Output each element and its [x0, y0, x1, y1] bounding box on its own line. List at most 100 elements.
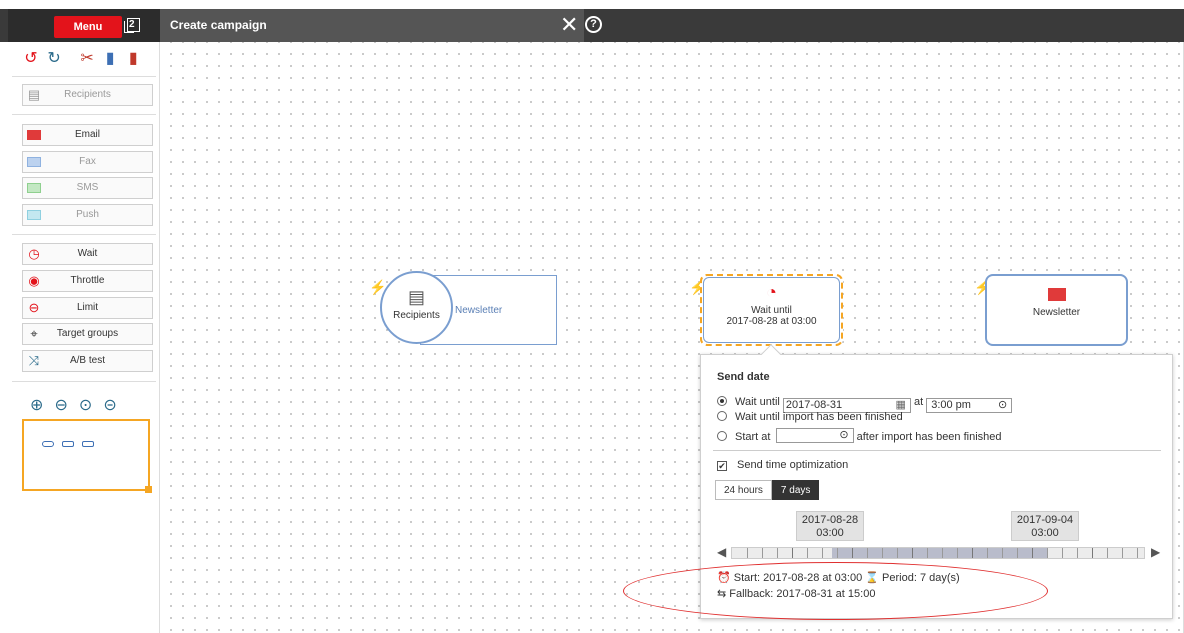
timeline-start-marker: 2017-08-28 03:00 [796, 511, 864, 541]
zoom-fit-icon[interactable]: ⊝ [103, 395, 123, 415]
wait-until-radio[interactable] [717, 396, 727, 406]
timeline-tick [1092, 548, 1093, 558]
limit-icon: ⊖ [28, 300, 40, 315]
sidebar-item-email[interactable]: Email [22, 124, 153, 146]
timeline-tick [987, 548, 988, 558]
undo-icon[interactable]: ↺ [22, 48, 40, 68]
email-icon [1047, 288, 1066, 301]
wait-import-radio[interactable] [717, 411, 727, 421]
sidebar-item-limit[interactable]: ⊖ Limit [22, 297, 153, 319]
clock-icon[interactable]: ⊙ [839, 429, 848, 442]
timeline-tick [762, 548, 763, 558]
minimap-node [62, 441, 74, 447]
timeline-tick [957, 548, 958, 558]
timeline-tick [972, 548, 973, 558]
shuffle-icon: ⤨ [28, 353, 40, 368]
timeline-tick [1137, 548, 1138, 558]
timeline-tick [1047, 548, 1048, 558]
window-count: 2 [129, 19, 135, 30]
divider [12, 114, 156, 115]
wait-node[interactable]: ◔ Wait until 2017-08-28 at 03:00 [700, 274, 843, 346]
timeline-tick [837, 548, 838, 558]
recipients-node-circle: ▤ Recipients [380, 271, 453, 344]
start-marker-date: 2017-08-28 [801, 514, 859, 526]
edit-toolbar: ↺ ↻ ✂ ▮ ▮ [22, 48, 144, 72]
fax-icon [26, 153, 42, 171]
timeline-tick [822, 548, 823, 558]
document-icon: ▤ [407, 287, 425, 307]
timeline-tick [1122, 548, 1123, 558]
menu-button[interactable]: Menu [54, 16, 122, 38]
timeline-selection[interactable] [832, 548, 1048, 558]
sms-icon [26, 179, 42, 197]
sidebar-item-throttle[interactable]: ◉ Throttle [22, 270, 153, 292]
zoom-out-icon[interactable]: ⊖ [54, 395, 74, 415]
wait-import-label: Wait until import has been finished [735, 411, 903, 423]
start-at-label: Start at [735, 431, 771, 443]
timeline-tick [867, 548, 868, 558]
wait-import-row: Wait until import has been finished [717, 410, 903, 424]
sidebar-item-fax[interactable]: Fax [22, 151, 153, 173]
newsletter-node-label: Newsletter [1032, 307, 1081, 318]
windows-icon[interactable]: 2 [124, 16, 144, 36]
timeline-tick [777, 548, 778, 558]
help-icon[interactable]: ? [585, 16, 602, 33]
timeline-track[interactable] [731, 547, 1145, 559]
sidebar-item-target-groups[interactable]: ⌖ Target groups [22, 323, 153, 345]
tab-7-days[interactable]: 7 days [771, 480, 820, 500]
start-marker-time: 03:00 [816, 527, 844, 539]
document-icon: ▤ [27, 87, 41, 102]
top-bar: Menu 2 Create campaign ✕ ? [0, 0, 1184, 42]
cut-icon[interactable]: ✂ [78, 48, 96, 68]
timeline-right-arrow[interactable]: ▶ [1151, 545, 1160, 559]
annotation-ellipse [623, 562, 1048, 620]
timeline-tick [1017, 548, 1018, 558]
sidebar-item-recipients[interactable]: ▤ Recipients [22, 84, 153, 106]
start-at-input[interactable]: ⊙ [775, 428, 854, 443]
paste-icon[interactable]: ▮ [124, 48, 142, 68]
sidebar-item-sms[interactable]: SMS [22, 177, 153, 199]
sto-label: Send time optimization [737, 459, 849, 471]
zoom-reset-icon[interactable]: ⊙ [79, 395, 99, 415]
end-marker-time: 03:00 [1031, 527, 1059, 539]
copy-icon[interactable]: ▮ [101, 48, 119, 68]
sidebar-item-ab-test[interactable]: ⤨ A/B test [22, 350, 153, 372]
start-at-row: Start at ⊙ after import has been finishe… [717, 428, 1002, 444]
timeline-tick [747, 548, 748, 558]
timeline-tick [1032, 548, 1033, 558]
popup-heading: Send date [717, 371, 770, 383]
recipients-node[interactable]: ▤ Recipients Newsletter [380, 271, 557, 345]
divider [12, 234, 156, 235]
wait-time-input[interactable]: 3:00 pm ⊙ [926, 398, 1013, 413]
close-icon[interactable]: ✕ [560, 12, 578, 38]
throttle-icon: ◉ [28, 273, 40, 288]
end-marker-date: 2017-09-04 [1016, 514, 1074, 526]
after-import-label: after import has been finished [856, 431, 1002, 443]
timeline-left-arrow[interactable]: ◀ [717, 545, 726, 559]
sidebar-item-wait[interactable]: ◷ Wait [22, 243, 153, 265]
start-at-radio[interactable] [717, 431, 727, 441]
clock-icon: ◷ [28, 246, 40, 261]
recipients-node-name: Newsletter [455, 305, 503, 316]
email-icon [26, 126, 42, 144]
sidebar-item-push[interactable]: Push [22, 204, 153, 226]
timeline-tick [1107, 548, 1108, 558]
tab-24-hours[interactable]: 24 hours [715, 480, 772, 500]
timeline-tick [942, 548, 943, 558]
page-title: Create campaign [160, 9, 584, 42]
minimap-resize-handle[interactable] [145, 486, 152, 493]
timeline-tick [927, 548, 928, 558]
recipients-node-label: Recipients [393, 310, 440, 321]
push-icon [26, 206, 42, 224]
crosshair-icon: ⌖ [30, 326, 38, 341]
redo-icon[interactable]: ↻ [45, 48, 63, 68]
at-label: at [913, 396, 924, 408]
timeline-tick [1077, 548, 1078, 558]
timeline-tick [882, 548, 883, 558]
timeline-tick [852, 548, 853, 558]
newsletter-node[interactable]: Newsletter [985, 274, 1128, 346]
clock-icon[interactable]: ⊙ [998, 399, 1007, 412]
minimap[interactable] [22, 419, 152, 493]
sto-checkbox[interactable]: ✔ [717, 461, 727, 471]
zoom-in-icon[interactable]: ⊕ [30, 395, 50, 415]
